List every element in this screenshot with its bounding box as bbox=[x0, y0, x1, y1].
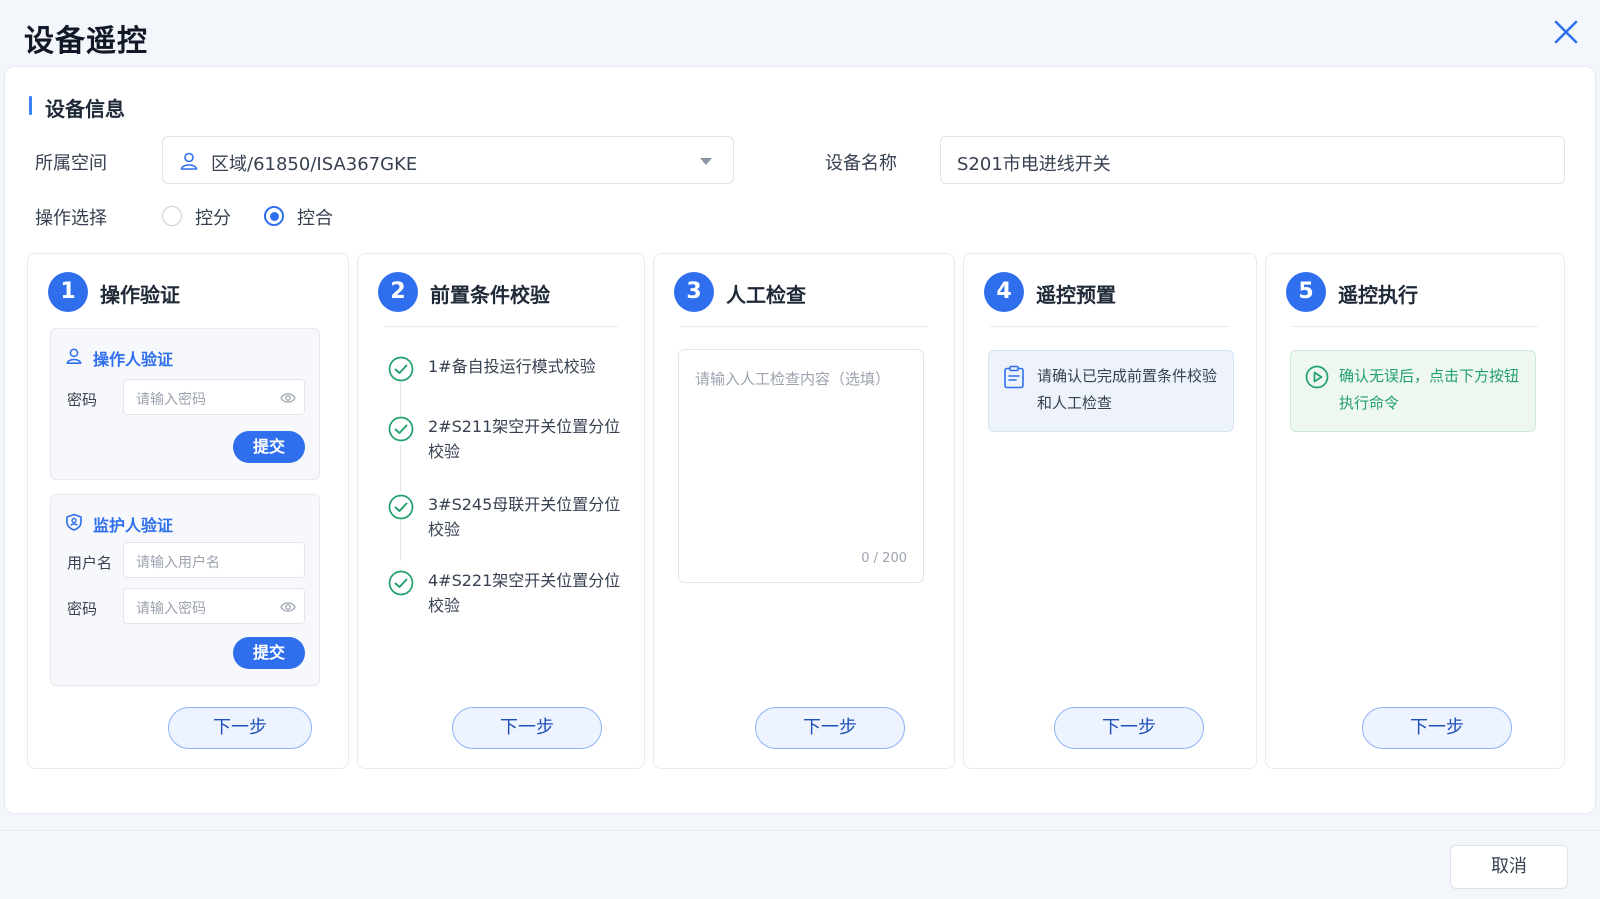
step-divider bbox=[680, 326, 928, 327]
manual-check-textarea[interactable]: 请输入人工检查内容（选填） 0 / 200 bbox=[678, 349, 924, 583]
close-button[interactable] bbox=[1552, 18, 1580, 46]
char-counter: 0 / 200 bbox=[861, 551, 907, 566]
preset-notice: 请确认已完成前置条件校验和人工检查 bbox=[988, 350, 1234, 432]
guardian-verify-title: 监护人验证 bbox=[93, 516, 174, 535]
step-remote-execute: 5 遥控执行 确认无误后，点击下方按钮执行命令 下一步 bbox=[1265, 253, 1565, 769]
play-circle-icon bbox=[1305, 365, 1329, 389]
next-step-button[interactable]: 下一步 bbox=[1054, 707, 1204, 749]
step-title: 前置条件校验 bbox=[430, 283, 550, 307]
operator-submit-button[interactable]: 提交 bbox=[233, 431, 305, 463]
step-number-badge: 4 bbox=[984, 272, 1024, 312]
footer-divider bbox=[0, 830, 1600, 831]
close-icon bbox=[1554, 20, 1578, 44]
guardian-submit-button[interactable]: 提交 bbox=[233, 637, 305, 669]
step-number-badge: 5 bbox=[1286, 272, 1326, 312]
step-remote-preset: 4 遥控预置 请确认已完成前置条件校验和人工检查 下一步 bbox=[963, 253, 1257, 769]
step-title: 遥控执行 bbox=[1338, 283, 1418, 307]
guardian-username-input[interactable]: 请输入用户名 bbox=[123, 542, 305, 578]
space-select[interactable]: 区域/61850/ISA367GKE bbox=[162, 136, 734, 184]
space-select-value: 区域/61850/ISA367GKE bbox=[211, 154, 418, 175]
password-placeholder: 请输入密码 bbox=[136, 601, 206, 617]
operator-password-input[interactable]: 请输入密码 bbox=[123, 379, 305, 415]
device-name-field[interactable]: S201市电进线开关 bbox=[940, 136, 1565, 184]
operation-label: 操作选择 bbox=[35, 208, 107, 229]
operator-verify-title: 操作人验证 bbox=[93, 350, 174, 369]
step-number-badge: 1 bbox=[48, 272, 88, 312]
user-icon bbox=[180, 152, 198, 170]
operator-verify-card: 操作人验证 密码 请输入密码 提交 bbox=[50, 328, 320, 480]
check-circle-icon bbox=[388, 570, 414, 596]
check-item-text: 2#S211架空开关位置分位校验 bbox=[428, 417, 621, 461]
step-title: 人工检查 bbox=[726, 283, 806, 307]
radio-open[interactable] bbox=[162, 206, 182, 226]
step-title: 操作验证 bbox=[100, 283, 180, 307]
step-divider bbox=[990, 326, 1230, 327]
guardian-password-input[interactable]: 请输入密码 bbox=[123, 588, 305, 624]
device-control-panel: 设备信息 所属空间 区域/61850/ISA367GKE 设备名称 S201市电… bbox=[4, 66, 1596, 814]
timeline-connector bbox=[400, 445, 401, 491]
dialog-header: 设备遥控 bbox=[0, 0, 1600, 66]
textarea-placeholder: 请输入人工检查内容（选填） bbox=[695, 370, 891, 388]
username-placeholder: 请输入用户名 bbox=[136, 555, 220, 571]
space-label: 所属空间 bbox=[35, 153, 107, 174]
next-step-button[interactable]: 下一步 bbox=[1362, 707, 1512, 749]
step-manual-check: 3 人工检查 请输入人工检查内容（选填） 0 / 200 下一步 bbox=[653, 253, 955, 769]
device-name-label: 设备名称 bbox=[825, 153, 897, 174]
user-icon bbox=[66, 348, 82, 364]
caret-down-icon bbox=[700, 158, 712, 165]
check-item-text: 4#S221架空开关位置分位校验 bbox=[428, 571, 621, 615]
check-item-text: 1#备自投运行模式校验 bbox=[428, 357, 596, 376]
eye-icon[interactable] bbox=[280, 600, 296, 614]
guardian-verify-card: 监护人验证 用户名 请输入用户名 密码 请输入密码 提交 bbox=[50, 494, 320, 686]
preset-notice-text: 请确认已完成前置条件校验和人工检查 bbox=[1037, 367, 1218, 412]
check-item-text: 3#S245母联开关位置分位校验 bbox=[428, 495, 621, 539]
device-info-title: 设备信息 bbox=[29, 93, 125, 121]
timeline-connector bbox=[400, 521, 401, 561]
next-step-button[interactable]: 下一步 bbox=[755, 707, 905, 749]
check-circle-icon bbox=[388, 356, 414, 382]
step-divider bbox=[1292, 326, 1538, 327]
check-circle-icon bbox=[388, 494, 414, 520]
radio-close[interactable] bbox=[264, 206, 284, 226]
password-label: 密码 bbox=[67, 600, 98, 618]
step-number-badge: 2 bbox=[378, 272, 418, 312]
password-label: 密码 bbox=[67, 391, 98, 409]
password-placeholder: 请输入密码 bbox=[136, 392, 206, 408]
execute-notice: 确认无误后，点击下方按钮执行命令 bbox=[1290, 350, 1536, 432]
timeline-connector bbox=[400, 382, 401, 416]
radio-open-label: 控分 bbox=[195, 208, 231, 229]
username-label: 用户名 bbox=[67, 554, 113, 572]
dialog-title: 设备遥控 bbox=[24, 24, 148, 59]
eye-icon[interactable] bbox=[280, 391, 296, 405]
cancel-button[interactable]: 取消 bbox=[1450, 845, 1568, 889]
next-step-button[interactable]: 下一步 bbox=[168, 707, 312, 749]
step-operation-verify: 1 操作验证 操作人验证 密码 请输入密码 提交 监护人验证 用户名 请输入用户… bbox=[27, 253, 349, 769]
check-circle-icon bbox=[388, 416, 414, 442]
execute-notice-text: 确认无误后，点击下方按钮执行命令 bbox=[1339, 367, 1520, 412]
step-title: 遥控预置 bbox=[1036, 283, 1116, 307]
step-number-badge: 3 bbox=[674, 272, 714, 312]
step-divider bbox=[384, 326, 618, 327]
shield-icon bbox=[66, 513, 82, 531]
clipboard-icon bbox=[1004, 365, 1024, 389]
radio-close-label: 控合 bbox=[297, 208, 333, 229]
next-step-button[interactable]: 下一步 bbox=[452, 707, 602, 749]
step-precondition-check: 2 前置条件校验 1#备自投运行模式校验 2#S211架空开关位置分位校验 3#… bbox=[357, 253, 645, 769]
